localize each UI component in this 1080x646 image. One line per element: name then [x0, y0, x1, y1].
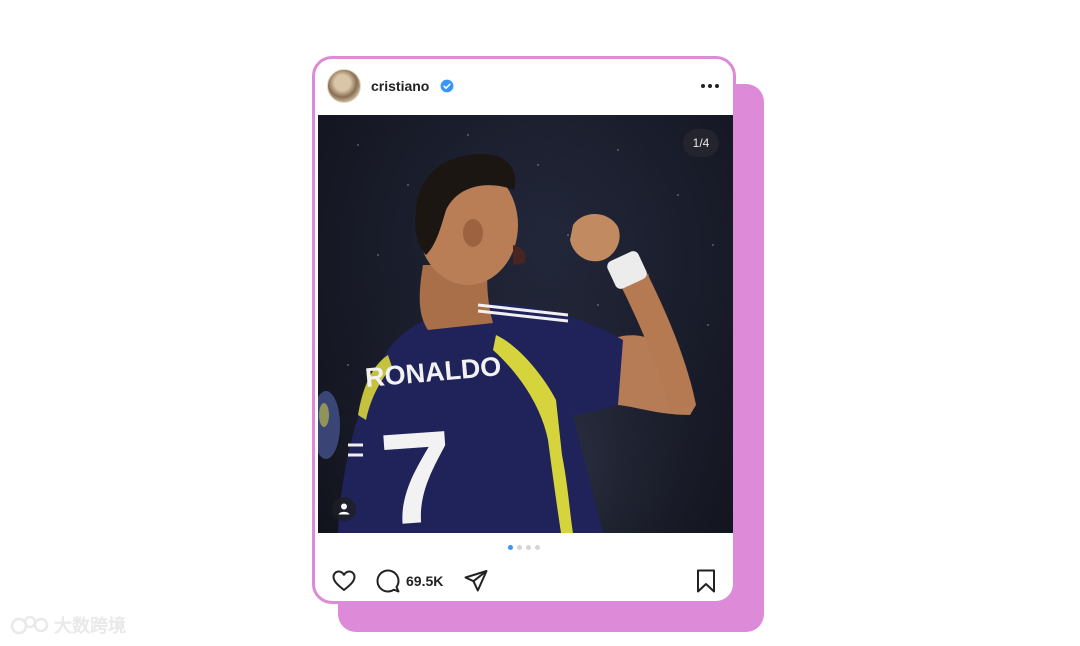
post-photo[interactable]: RONALDO 7 1/4 — [318, 115, 733, 533]
instagram-post-card: cristiano RONALDO 7 1/4 69.5K — [312, 56, 736, 604]
carousel-dots — [315, 545, 733, 553]
comment-icon[interactable] — [375, 568, 401, 594]
post-header: cristiano — [315, 59, 733, 115]
carousel-dot — [526, 545, 531, 550]
username[interactable]: cristiano — [371, 78, 429, 94]
carousel-dot-active — [508, 545, 513, 550]
post-action-bar: 69.5K — [315, 559, 733, 601]
share-icon[interactable] — [463, 568, 489, 594]
comment-count[interactable]: 69.5K — [406, 573, 443, 589]
profile-avatar[interactable] — [327, 69, 361, 103]
photo-illustration: RONALDO 7 — [318, 115, 733, 533]
jersey-number-text: 7 — [376, 402, 458, 533]
more-options-icon[interactable] — [699, 76, 721, 96]
user-tag-icon — [338, 503, 350, 515]
verified-badge-icon — [440, 79, 454, 93]
bookmark-icon[interactable] — [693, 568, 719, 594]
watermark-logo-icon — [10, 615, 49, 635]
carousel-dot — [517, 545, 522, 550]
slide-counter: 1/4 — [683, 129, 719, 157]
user-tag-button[interactable] — [332, 497, 356, 521]
heart-icon[interactable] — [331, 568, 357, 594]
carousel-dot — [535, 545, 540, 550]
watermark: 大数跨境 — [10, 614, 126, 636]
watermark-text: 大数跨境 — [54, 616, 126, 636]
